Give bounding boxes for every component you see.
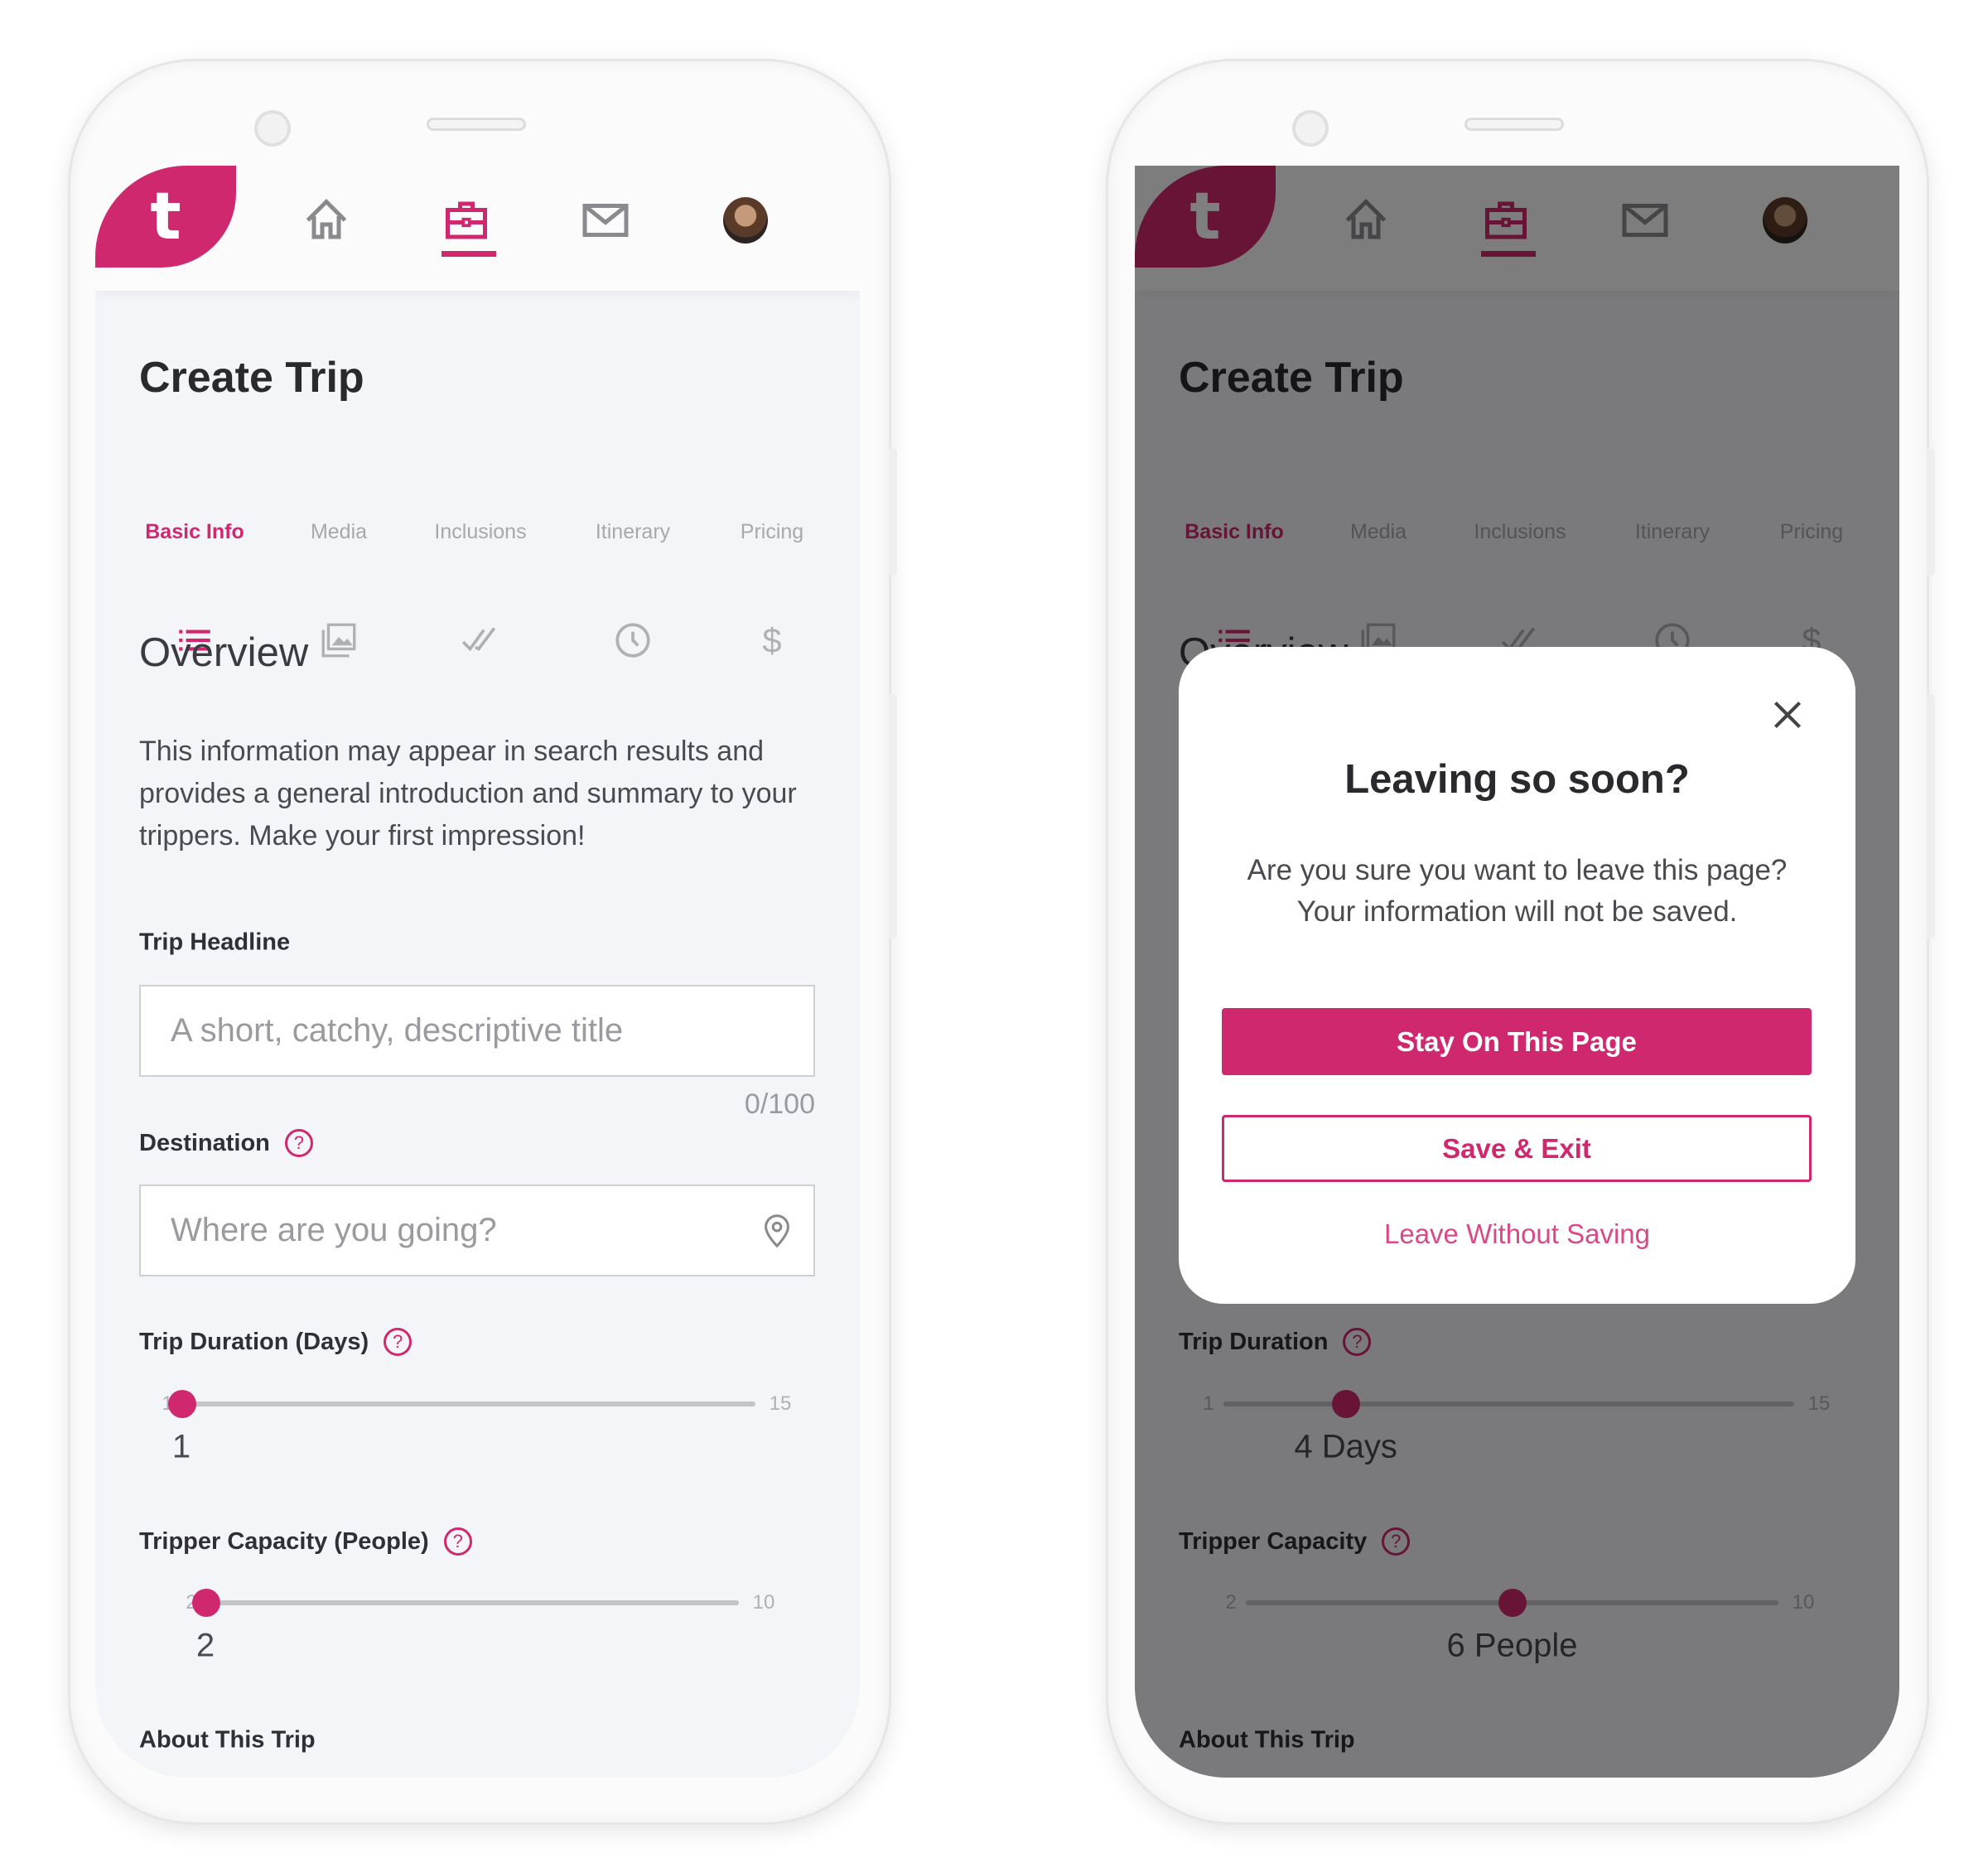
destination-label: Destination?: [139, 1129, 313, 1157]
speaker: [427, 118, 526, 131]
slider-track[interactable]: [206, 1600, 739, 1605]
briefcase-icon[interactable]: [442, 195, 491, 245]
message-line: Are you sure you want to leave this page…: [1247, 854, 1788, 886]
double-check-icon: [457, 620, 504, 661]
side-button: [1927, 694, 1935, 938]
camera: [1292, 110, 1329, 147]
char-counter: 0/100: [744, 1088, 815, 1120]
leave-without-saving-link[interactable]: Leave Without Saving: [1179, 1218, 1855, 1250]
label-text: Tripper Capacity (People): [139, 1527, 429, 1555]
screen-left: t Create Trip Basic Info Media Inclusions…: [95, 166, 860, 1778]
help-icon[interactable]: ?: [443, 1527, 472, 1556]
section-heading: Overview: [139, 630, 309, 675]
side-button: [889, 448, 897, 576]
slider-max-label: 10: [752, 1591, 775, 1614]
label-text: Trip Headline: [139, 929, 291, 956]
label-text: About This Trip: [139, 1726, 316, 1754]
avatar[interactable]: [723, 197, 768, 244]
svg-text:$: $: [762, 621, 781, 660]
gallery-icon: [316, 620, 362, 661]
slider-value: 1: [171, 1428, 191, 1465]
headline-input[interactable]: A short, catchy, descriptive title: [139, 985, 815, 1077]
headline-label: Trip Headline: [139, 929, 290, 957]
dollar-icon: $: [749, 620, 795, 661]
tab-label: Basic Info: [145, 520, 244, 543]
page-title: Create Trip: [139, 354, 364, 402]
stay-on-page-button[interactable]: Stay On This Page: [1222, 1008, 1812, 1075]
duration-label: Trip Duration (Days)?: [139, 1328, 413, 1356]
help-icon[interactable]: ?: [284, 1129, 313, 1157]
side-button: [1927, 448, 1935, 576]
about-label: About This Trip: [139, 1727, 316, 1754]
label-text: Trip Duration (Days): [139, 1328, 369, 1355]
headline-placeholder: A short, catchy, descriptive title: [171, 1012, 624, 1049]
camera: [254, 110, 291, 147]
capacity-label: Tripper Capacity (People)?: [139, 1527, 472, 1556]
home-icon[interactable]: [302, 195, 351, 245]
save-and-exit-button[interactable]: Save & Exit: [1222, 1115, 1812, 1182]
tab-label: Media: [310, 520, 368, 543]
help-icon[interactable]: ?: [384, 1328, 413, 1356]
leave-confirm-dialog: Leaving so soon? Are you sure you want t…: [1179, 647, 1855, 1304]
speaker: [1464, 118, 1564, 131]
tab-label: Inclusions: [434, 520, 527, 543]
dialog-title: Leaving so soon?: [1344, 757, 1690, 802]
message-line: Your information will not be saved.: [1296, 895, 1738, 928]
close-icon[interactable]: [1767, 694, 1808, 736]
screen-right: tCreate Trip Basic Info Media Inclusions…: [1135, 166, 1899, 1778]
slider-thumb[interactable]: [168, 1390, 196, 1418]
active-nav-indicator: [442, 251, 496, 257]
tab-label: Pricing: [740, 520, 804, 543]
slider-thumb[interactable]: [192, 1589, 220, 1617]
slider-value: 2: [195, 1627, 215, 1664]
clock-icon: [610, 620, 656, 661]
destination-input[interactable]: Where are you going?: [139, 1184, 815, 1276]
side-button: [889, 694, 897, 938]
overview-description: This information may appear in search re…: [139, 736, 797, 852]
slider-max-label: 15: [769, 1392, 792, 1415]
destination-placeholder: Where are you going?: [171, 1212, 497, 1248]
tab-label: Itinerary: [595, 520, 671, 543]
label-text: Destination: [139, 1129, 270, 1156]
slider-track[interactable]: [182, 1402, 755, 1406]
location-pin-icon: [758, 1211, 796, 1253]
mail-icon[interactable]: [581, 195, 630, 245]
dialog-message: Are you sure you want to leave this page…: [1179, 850, 1855, 933]
